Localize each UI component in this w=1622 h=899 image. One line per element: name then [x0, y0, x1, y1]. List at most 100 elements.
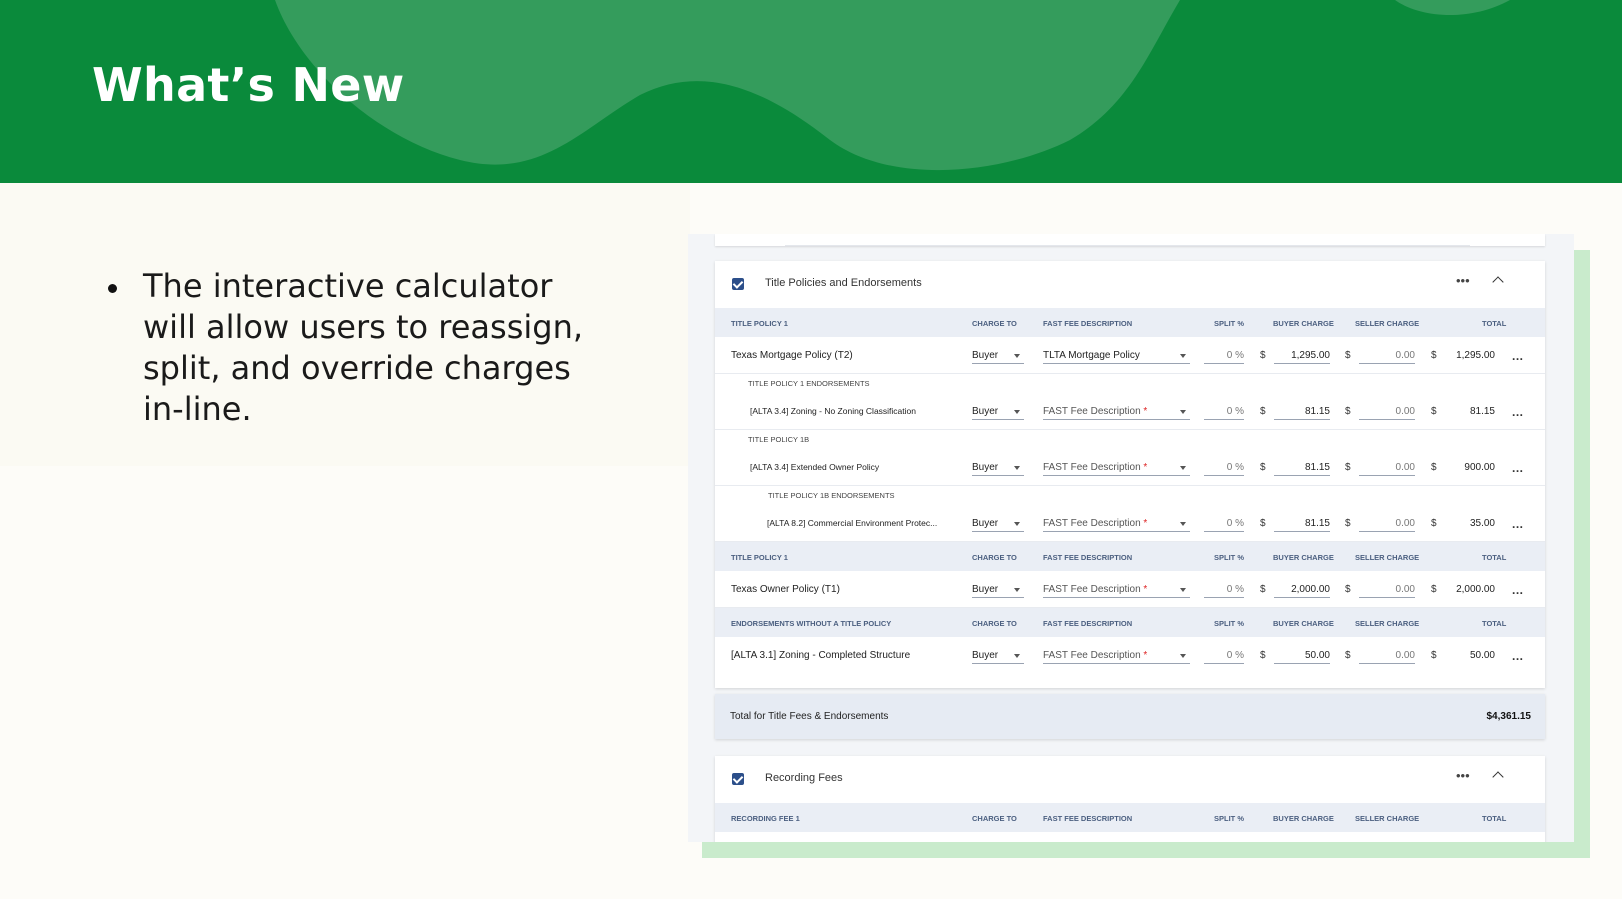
col-buyer-charge: BUYER CHARGE — [1273, 319, 1334, 328]
currency-symbol: $ — [1260, 518, 1266, 529]
row-name: Texas Owner Policy (T1) — [731, 584, 840, 595]
split-input[interactable]: 0 % — [1204, 646, 1244, 664]
buyer-charge-input[interactable]: 1,295.00 — [1274, 346, 1330, 364]
row-total: 900.00 — [1464, 462, 1495, 473]
col-seller-charge: SELLER CHARGE — [1355, 553, 1420, 562]
caret-down-icon — [1180, 466, 1186, 470]
more-horizontal-icon[interactable]: ••• — [1456, 769, 1470, 782]
fee-description-select[interactable]: FAST Fee Description * — [1043, 580, 1190, 598]
row-name: Texas Mortgage Policy (T2) — [731, 350, 853, 361]
currency-symbol: $ — [1345, 650, 1351, 661]
table-row: [ALTA 3.4] Extended Owner Policy Buyer F… — [715, 449, 1545, 486]
table-header: TITLE POLICY 1 CHARGE TO FAST FEE DESCRI… — [715, 542, 1545, 571]
charge-to-select[interactable]: Buyer — [972, 458, 1024, 476]
total-label: Total for Title Fees & Endorsements — [730, 711, 889, 722]
currency-symbol: $ — [1260, 462, 1266, 473]
buyer-charge-input[interactable]: 81.15 — [1274, 402, 1330, 420]
split-input[interactable]: 0 % — [1204, 514, 1244, 532]
row-more-icon[interactable]: ... — [1512, 405, 1524, 419]
card-header: Title Policies and Endorsements ••• — [715, 261, 1545, 308]
col-total: TOTAL — [1482, 619, 1507, 628]
caret-down-icon — [1014, 588, 1020, 592]
seller-charge-input[interactable]: 0.00 — [1359, 580, 1415, 598]
col-seller-charge: SELLER CHARGE — [1355, 319, 1420, 328]
buyer-charge-input[interactable]: 50.00 — [1274, 646, 1330, 664]
seller-charge-input[interactable]: 0.00 — [1359, 346, 1415, 364]
total-amount: $4,361.15 — [1486, 711, 1532, 722]
fee-description-select[interactable]: FAST Fee Description * — [1043, 646, 1190, 664]
split-input[interactable]: 0 % — [1204, 402, 1244, 420]
col-buyer-charge: BUYER CHARGE — [1273, 619, 1334, 628]
fee-description-select[interactable]: FAST Fee Description * — [1043, 402, 1190, 420]
fee-description-select[interactable]: FAST Fee Description * — [1043, 514, 1190, 532]
row-name: [ALTA 3.4] Zoning - No Zoning Classifica… — [750, 406, 916, 416]
seller-charge-input[interactable]: 0.00 — [1359, 458, 1415, 476]
slide-title: What’s New — [92, 58, 405, 112]
split-input[interactable]: 0 % — [1204, 580, 1244, 598]
more-horizontal-icon[interactable]: ••• — [1456, 274, 1470, 287]
col-split: SPLIT % — [1214, 319, 1245, 328]
subheader-row: TITLE POLICY 1B ENDORSEMENTS — [715, 486, 1545, 505]
col-charge-to: CHARGE TO — [972, 553, 1017, 562]
split-input[interactable]: 0 % — [1204, 346, 1244, 364]
fee-description-select[interactable]: TLTA Mortgage Policy — [1043, 346, 1190, 364]
table-header: RECORDING FEE 1 CHARGE TO FAST FEE DESCR… — [715, 803, 1545, 832]
row-more-icon[interactable]: ... — [1512, 349, 1524, 363]
chevron-up-icon[interactable] — [1492, 771, 1504, 783]
section-checkbox[interactable] — [732, 278, 744, 290]
chevron-up-icon[interactable] — [1492, 276, 1504, 288]
charge-to-select[interactable]: Buyer — [972, 402, 1024, 420]
subheader-label: TITLE POLICY 1B ENDORSEMENTS — [768, 491, 895, 500]
previous-card-edge — [715, 234, 1545, 246]
charge-to-select[interactable]: Buyer — [972, 514, 1024, 532]
row-total: 81.15 — [1469, 406, 1495, 417]
row-more-icon[interactable]: ... — [1512, 583, 1524, 597]
col-fee-description: FAST FEE DESCRIPTION — [1043, 553, 1133, 562]
row-total: 35.00 — [1469, 518, 1495, 529]
caret-down-icon — [1014, 654, 1020, 658]
caret-down-icon — [1180, 522, 1186, 526]
col-policy: TITLE POLICY 1 — [731, 319, 788, 328]
caret-down-icon — [1180, 354, 1186, 358]
row-more-icon[interactable]: ... — [1512, 649, 1524, 663]
currency-symbol: $ — [1345, 518, 1351, 529]
charge-to-select[interactable]: Buyer — [972, 646, 1024, 664]
row-name: [ALTA 3.4] Extended Owner Policy — [750, 462, 880, 472]
fee-description-select[interactable]: FAST Fee Description * — [1043, 458, 1190, 476]
calculator-screenshot: Title Policies and Endorsements ••• TITL… — [688, 234, 1574, 842]
table-row: [ALTA 3.1] Zoning - Completed Structure … — [715, 637, 1545, 674]
seller-charge-input[interactable]: 0.00 — [1359, 402, 1415, 420]
currency-symbol: $ — [1260, 584, 1266, 595]
col-buyer-charge: BUYER CHARGE — [1273, 814, 1334, 823]
table-row: [ALTA 3.4] Zoning - No Zoning Classifica… — [715, 393, 1545, 430]
subheader-label: TITLE POLICY 1B — [748, 435, 810, 444]
row-more-icon[interactable]: ... — [1512, 461, 1524, 475]
table-row: Texas Owner Policy (T1) Buyer FAST Fee D… — [715, 571, 1545, 608]
subheader-label: TITLE POLICY 1 ENDORSEMENTS — [748, 379, 870, 388]
title-fees-total-bar: Total for Title Fees & Endorsements $4,3… — [715, 694, 1545, 739]
split-input[interactable]: 0 % — [1204, 458, 1244, 476]
currency-symbol: $ — [1345, 406, 1351, 417]
card-header: Recording Fees ••• — [715, 756, 1545, 803]
buyer-charge-input[interactable]: 81.15 — [1274, 458, 1330, 476]
buyer-charge-input[interactable]: 2,000.00 — [1274, 580, 1330, 598]
caret-down-icon — [1014, 466, 1020, 470]
col-recording-fee: RECORDING FEE 1 — [731, 814, 800, 823]
buyer-charge-input[interactable]: 81.15 — [1274, 514, 1330, 532]
col-total: TOTAL — [1482, 814, 1507, 823]
header-banner: What’s New — [0, 0, 1622, 183]
seller-charge-input[interactable]: 0.00 — [1359, 646, 1415, 664]
col-charge-to: CHARGE TO — [972, 319, 1017, 328]
row-total: 1,295.00 — [1456, 350, 1495, 361]
charge-to-select[interactable]: Buyer — [972, 580, 1024, 598]
col-fee-description: FAST FEE DESCRIPTION — [1043, 814, 1133, 823]
table-row: [ALTA 8.2] Commercial Environment Protec… — [715, 505, 1545, 542]
seller-charge-input[interactable]: 0.00 — [1359, 514, 1415, 532]
col-total: TOTAL — [1482, 319, 1507, 328]
section-checkbox[interactable] — [732, 773, 744, 785]
charge-to-select[interactable]: Buyer — [972, 346, 1024, 364]
row-name: [ALTA 3.1] Zoning - Completed Structure — [731, 650, 911, 661]
col-fee-description: FAST FEE DESCRIPTION — [1043, 319, 1133, 328]
row-total: 50.00 — [1469, 650, 1495, 661]
row-more-icon[interactable]: ... — [1512, 517, 1524, 531]
